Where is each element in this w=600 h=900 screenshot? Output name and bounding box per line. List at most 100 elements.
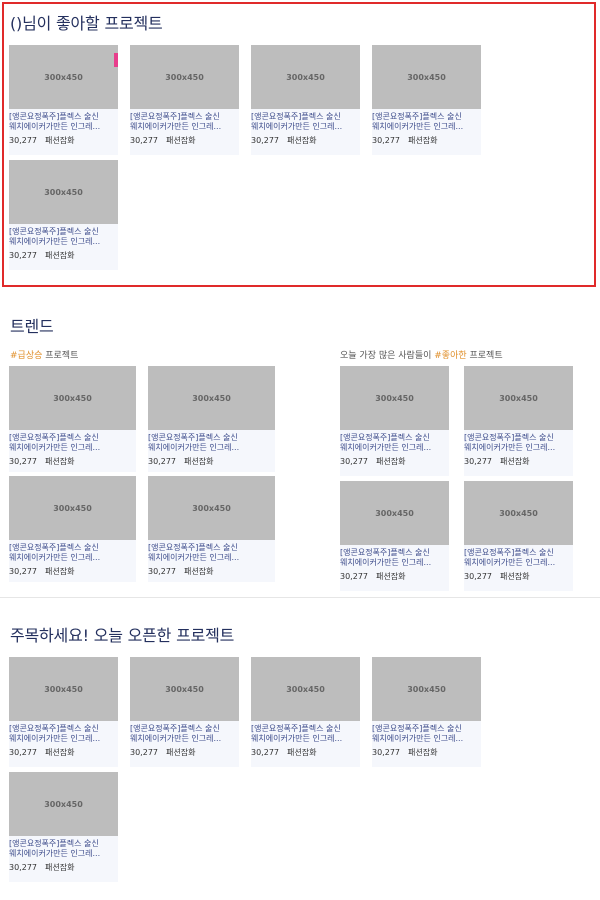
project-card[interactable]: 300x450 [앵콘요정폭주]플렉스 술신 웨치에이커가만든 인그레... 30,2… [251, 657, 360, 767]
project-thumbnail[interactable]: 300x450 [130, 45, 239, 109]
project-card[interactable]: 300x450 [앵콘요정폭주]플렉스 술신 웨치에이커가만든 인그레... 30,2… [372, 657, 481, 767]
project-card[interactable]: 300x450 [앵콘요정폭주]플렉스 술신 웨치에이커가만든 인그레... 30,2… [9, 476, 136, 582]
project-description[interactable]: [앵콘요정폭주]플렉스 술신 웨치에이커가만든 인그레... [372, 724, 481, 744]
like-count: 30,277 [148, 457, 176, 466]
project-category: 패션잡화 [45, 748, 75, 757]
like-count: 30,277 [251, 748, 279, 757]
like-count: 30,277 [9, 567, 37, 576]
project-category: 패션잡화 [45, 567, 75, 576]
project-title-line1: [앵콘요정폭주]플렉스 술신 [464, 433, 554, 442]
project-description[interactable]: [앵콘요정폭주]플렉스 술신 웨치에이커가만든 인그레... [340, 548, 449, 568]
project-thumbnail[interactable]: 300x450 [9, 366, 136, 430]
project-title-line1: [앵콘요정폭주]플렉스 술신 [148, 433, 238, 442]
project-description[interactable]: [앵콘요정폭주]플렉스 술신 웨치에이커가만든 인그레... [464, 548, 573, 568]
project-title-line2: 웨치에이커가만든 인그레... [148, 553, 240, 562]
project-meta: 30,277 패션잡화 [372, 135, 437, 146]
project-meta: 30,277 패션잡화 [251, 135, 316, 146]
project-title-line2: 웨치에이커가만든 인그레... [251, 122, 343, 131]
project-card[interactable]: 300x450 [앵콘요정폭주]플렉스 술신 웨치에이커가만든 인그레... 30,2… [251, 45, 360, 155]
project-thumbnail[interactable]: 300x450 [464, 366, 573, 430]
project-meta: 30,277 패션잡화 [9, 566, 74, 577]
project-meta: 30,277 패션잡화 [9, 862, 74, 873]
project-title-line2: 웨치에이커가만든 인그레... [9, 237, 101, 246]
project-title-line1: [앵콘요정폭주]플렉스 술신 [464, 548, 554, 557]
project-meta: 30,277 패션잡화 [130, 747, 195, 758]
project-description[interactable]: [앵콘요정폭주]플렉스 술신 웨치에이커가만든 인그레... [251, 724, 360, 744]
project-card[interactable]: 300x450 [앵콘요정폭주]플렉스 술신 웨치에이커가만든 인그레... 30,2… [9, 772, 118, 882]
project-thumbnail[interactable]: 300x450 [9, 657, 118, 721]
project-card[interactable]: 300x450 [앵콘요정폭주]플렉스 술신 웨치에이커가만든 인그레... 30,2… [340, 366, 449, 476]
project-card[interactable]: 300x450 [앵콘요정폭주]플렉스 술신 웨치에이커가만든 인그레... 30,2… [9, 657, 118, 767]
project-title-line2: 웨치에이커가만든 인그레... [130, 122, 222, 131]
project-thumbnail[interactable]: 300x450 [130, 657, 239, 721]
project-thumbnail[interactable]: 300x450 [148, 476, 275, 540]
project-thumbnail[interactable]: 300x450 [9, 476, 136, 540]
project-description[interactable]: [앵콘요정폭주]플렉스 술신 웨치에이커가만든 인그레... [251, 112, 360, 132]
project-card[interactable]: 300x450 [앵콘요정폭주]플렉스 술신 웨치에이커가만든 인그레... 30,2… [148, 476, 275, 582]
project-description[interactable]: [앵콘요정폭주]플렉스 술신 웨치에이커가만든 인그레... [148, 433, 275, 453]
project-card[interactable]: 300x450 [앵콘요정폭주]플렉스 술신 웨치에이커가만든 인그레... 30,2… [372, 45, 481, 155]
project-description[interactable]: [앵콘요정폭주]플렉스 술신 웨치에이커가만든 인그레... [9, 227, 118, 247]
project-description[interactable]: [앵콘요정폭주]플렉스 술신 웨치에이커가만든 인그레... [9, 433, 136, 453]
thumbnail-placeholder-text: 300x450 [499, 393, 538, 403]
project-description[interactable]: [앵콘요정폭주]플렉스 술신 웨치에이커가만든 인그레... [130, 112, 239, 132]
project-meta: 30,277 패션잡화 [9, 135, 74, 146]
project-title-line1: [앵콘요정폭주]플렉스 술신 [130, 724, 220, 733]
project-card[interactable]: 300x450 [앵콘요정폭주]플렉스 술신 웨치에이커가만든 인그레... 30,2… [9, 160, 118, 270]
project-title-line2: 웨치에이커가만든 인그레... [9, 443, 101, 452]
project-description[interactable]: [앵콘요정폭주]플렉스 술신 웨치에이커가만든 인그레... [9, 543, 136, 563]
project-card[interactable]: 300x450 [앵콘요정폭주]플렉스 술신 웨치에이커가만든 인그레... 30,2… [340, 481, 449, 591]
project-card[interactable]: 300x450 [앵콘요정폭주]플렉스 술신 웨치에이커가만든 인그레... 30,2… [9, 45, 118, 155]
project-title-line1: [앵콘요정폭주]플렉스 술신 [9, 112, 99, 121]
project-category: 패션잡화 [45, 251, 75, 260]
project-description[interactable]: [앵콘요정폭주]플렉스 술신 웨치에이커가만든 인그레... [372, 112, 481, 132]
project-title-line2: 웨치에이커가만든 인그레... [251, 734, 343, 743]
project-description[interactable]: [앵콘요정폭주]플렉스 술신 웨치에이커가만든 인그레... [148, 543, 275, 563]
like-count: 30,277 [148, 567, 176, 576]
project-description[interactable]: [앵콘요정폭주]플렉스 술신 웨치에이커가만든 인그레... [9, 724, 118, 744]
project-card[interactable]: 300x450 [앵콘요정폭주]플렉스 술신 웨치에이커가만든 인그레... 30,2… [464, 481, 573, 591]
project-thumbnail[interactable]: 300x450 [9, 160, 118, 224]
section-divider [0, 597, 600, 598]
project-thumbnail[interactable]: 300x450 [464, 481, 573, 545]
thumbnail-placeholder-text: 300x450 [499, 508, 538, 518]
thumbnail-placeholder-text: 300x450 [44, 187, 83, 197]
project-title-line2: 웨치에이커가만든 인그레... [372, 734, 464, 743]
project-title-line1: [앵콘요정폭주]플렉스 술신 [340, 548, 430, 557]
project-thumbnail[interactable]: 300x450 [340, 481, 449, 545]
project-category: 패션잡화 [287, 748, 317, 757]
like-count: 30,277 [9, 136, 37, 145]
project-thumbnail[interactable]: 300x450 [148, 366, 275, 430]
project-card[interactable]: 300x450 [앵콘요정폭주]플렉스 술신 웨치에이커가만든 인그레... 30,2… [464, 366, 573, 476]
project-thumbnail[interactable]: 300x450 [372, 45, 481, 109]
project-meta: 30,277 패션잡화 [130, 135, 195, 146]
project-meta: 30,277 패션잡화 [340, 456, 405, 467]
project-description[interactable]: [앵콘요정폭주]플렉스 술신 웨치에이커가만든 인그레... [464, 433, 573, 453]
project-thumbnail[interactable]: 300x450 [251, 657, 360, 721]
liked-hashtag: #좋아한 [434, 351, 467, 361]
thumbnail-placeholder-text: 300x450 [44, 72, 83, 82]
project-title-line2: 웨치에이커가만든 인그레... [340, 558, 432, 567]
project-description[interactable]: [앵콘요정폭주]플렉스 술신 웨치에이커가만든 인그레... [340, 433, 449, 453]
project-description[interactable]: [앵콘요정폭주]플렉스 술신 웨치에이커가만든 인그레... [9, 112, 118, 132]
project-thumbnail[interactable]: 300x450 [340, 366, 449, 430]
project-thumbnail[interactable]: 300x450 [9, 45, 118, 109]
project-title-line1: [앵콘요정폭주]플렉스 술신 [9, 227, 99, 236]
project-thumbnail[interactable]: 300x450 [9, 772, 118, 836]
project-category: 패션잡화 [184, 457, 214, 466]
project-card[interactable]: 300x450 [앵콘요정폭주]플렉스 술신 웨치에이커가만든 인그레... 30,2… [9, 366, 136, 472]
project-card[interactable]: 300x450 [앵콘요정폭주]플렉스 술신 웨치에이커가만든 인그레... 30,2… [148, 366, 275, 472]
project-title-line1: [앵콘요정폭주]플렉스 술신 [372, 724, 462, 733]
thumbnail-placeholder-text: 300x450 [53, 393, 92, 403]
project-card[interactable]: 300x450 [앵콘요정폭주]플렉스 술신 웨치에이커가만든 인그레... 30,2… [130, 45, 239, 155]
project-title-line1: [앵콘요정폭주]플렉스 술신 [372, 112, 462, 121]
project-meta: 30,277 패션잡화 [464, 456, 529, 467]
project-description[interactable]: [앵콘요정폭주]플렉스 술신 웨치에이커가만든 인그레... [130, 724, 239, 744]
project-thumbnail[interactable]: 300x450 [372, 657, 481, 721]
project-card[interactable]: 300x450 [앵콘요정폭주]플렉스 술신 웨치에이커가만든 인그레... 30,2… [130, 657, 239, 767]
project-thumbnail[interactable]: 300x450 [251, 45, 360, 109]
thumbnail-placeholder-text: 300x450 [286, 72, 325, 82]
like-count: 30,277 [251, 136, 279, 145]
today-title: 주목하세요! 오늘 오픈한 프로젝트 [10, 626, 235, 645]
project-description[interactable]: [앵콘요정폭주]플렉스 술신 웨치에이커가만든 인그레... [9, 839, 118, 859]
